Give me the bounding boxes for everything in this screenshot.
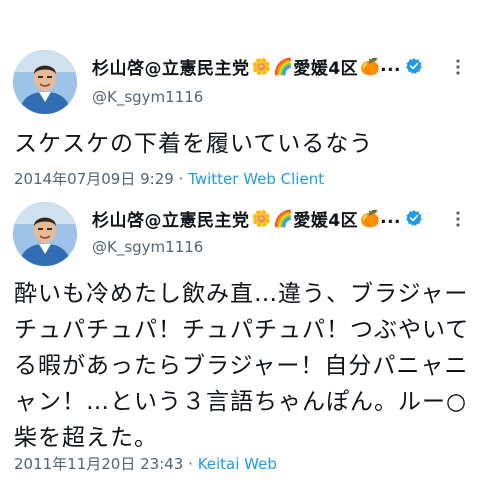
author-name-row[interactable]: 杉山啓@立憲民主党 🌼 🌈 愛媛4区 🍊 ... <box>92 52 440 80</box>
meta-separator: · <box>178 170 184 188</box>
orange-emoji: 🍊 <box>360 208 381 228</box>
avatar[interactable] <box>13 202 77 266</box>
daisy-emoji: 🌼 <box>251 56 272 76</box>
author-name-row[interactable]: 杉山啓@立憲民主党 🌼 🌈 愛媛4区 🍊 ... <box>92 204 440 232</box>
user-handle[interactable]: @K_sgym1116 <box>92 88 203 106</box>
more-options-icon[interactable] <box>450 208 466 230</box>
region-label: 愛媛4区 <box>293 210 359 231</box>
tweet-meta: 2014年07月09日 9:29 · Twitter Web Client <box>14 168 324 189</box>
verified-badge-icon <box>406 210 422 226</box>
tweet-text: スケスケの下着を履いているなう <box>14 131 374 157</box>
meta-separator: · <box>188 455 193 473</box>
region-label: 愛媛4区 <box>293 58 359 79</box>
tweet-meta: 2011年11月20日 23:43 · Keitai Web <box>14 453 277 474</box>
tweet-text: 酔いも冷めたし飲み直…違う、ブラジャーチュパチュパ！チュパチュパ！つぶやいてる暇… <box>14 281 470 451</box>
client-link[interactable]: Twitter Web Client <box>188 170 324 188</box>
timestamp[interactable]: 2011年11月20日 23:43 <box>14 455 183 473</box>
display-name[interactable]: 杉山啓@立憲民主党 <box>92 206 250 231</box>
client-link[interactable]: Keitai Web <box>198 455 277 473</box>
verified-badge-icon <box>406 58 422 74</box>
timestamp[interactable]: 2014年07月09日 9:29 <box>14 170 174 188</box>
avatar[interactable] <box>13 50 77 114</box>
rainbow-emoji: 🌈 <box>273 208 294 228</box>
more-options-icon[interactable] <box>450 56 466 78</box>
name-ellipsis: ... <box>380 56 401 76</box>
tweet[interactable]: 杉山啓@立憲民主党 🌼 🌈 愛媛4区 🍊 ... @K_sgym1116 スケス… <box>0 0 480 196</box>
name-ellipsis: ... <box>380 208 401 228</box>
tweet[interactable]: 杉山啓@立憲民主党 🌼 🌈 愛媛4区 🍊 ... @K_sgym1116 酔いも… <box>0 196 480 480</box>
user-handle[interactable]: @K_sgym1116 <box>92 238 203 256</box>
display-name[interactable]: 杉山啓@立憲民主党 <box>92 54 250 79</box>
daisy-emoji: 🌼 <box>251 208 272 228</box>
orange-emoji: 🍊 <box>360 56 381 76</box>
rainbow-emoji: 🌈 <box>273 56 294 76</box>
